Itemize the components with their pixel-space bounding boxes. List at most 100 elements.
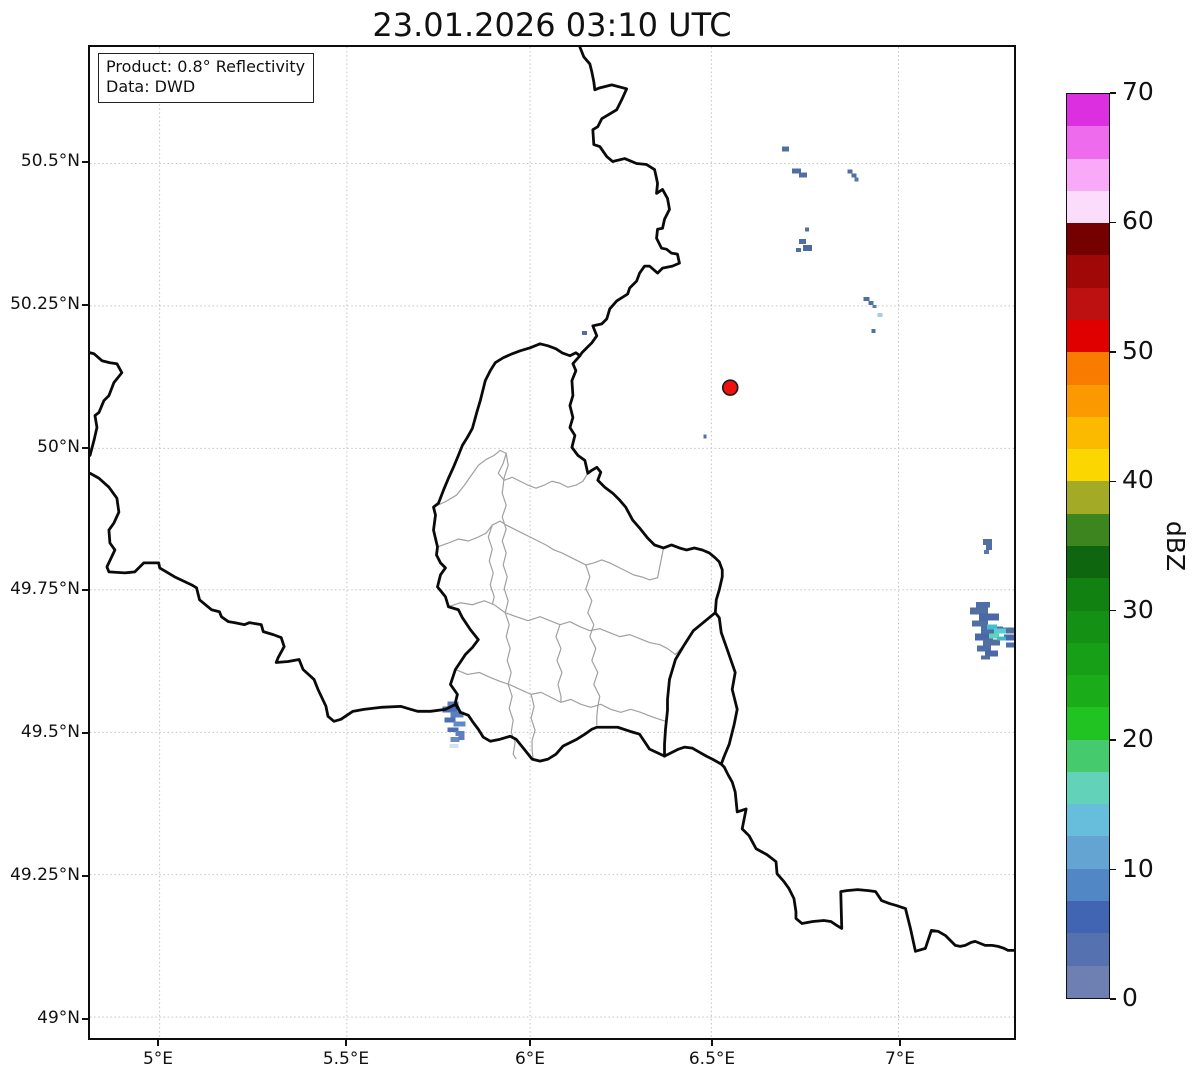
colorbar-tick-label: 50 [1122, 335, 1154, 365]
radar-echo [972, 620, 989, 627]
colorbar-segment [1067, 287, 1109, 320]
product-line: Product: 0.8° Reflectivity [106, 57, 306, 76]
colorbar-segment [1067, 449, 1109, 482]
canton-border [530, 694, 536, 759]
radar-map-figure: 23.01.2026 03:10 UTC Product: 0.8° Refle… [0, 0, 1202, 1081]
radar-echo [997, 636, 1007, 641]
colorbar-segment [1067, 416, 1109, 450]
radar-echo [798, 239, 806, 245]
colorbar-segment [1067, 190, 1109, 224]
radar-echo [851, 173, 857, 178]
colorbar-tickmark [1110, 92, 1116, 94]
radar-echo [984, 549, 990, 554]
colorbar-segment [1067, 126, 1109, 159]
colorbar-segment [1067, 319, 1109, 353]
colorbar-segment [1067, 578, 1109, 611]
x-tick-label: 5°E [142, 1049, 173, 1069]
radar-echo [872, 304, 877, 308]
radar-echo [782, 146, 789, 152]
canton-border [437, 520, 665, 581]
y-tick-label: 50.5°N [20, 151, 80, 171]
colorbar-tickmark [1110, 480, 1116, 482]
x-tick-label: 5.5°E [322, 1049, 370, 1069]
colorbar-segment [1067, 158, 1109, 191]
radar-echo [802, 245, 812, 252]
colorbar-segment [1067, 223, 1109, 256]
colorbar-tick-label: 20 [1122, 724, 1154, 754]
radar-echo [983, 539, 993, 545]
colorbar-segment [1067, 868, 1109, 902]
x-tickmark [157, 1040, 159, 1046]
y-tickmark [82, 589, 88, 591]
radar-site-marker [721, 379, 739, 396]
x-tick-label: 6°E [514, 1049, 546, 1069]
y-tickmark [82, 1018, 88, 1020]
radar-echo [981, 655, 991, 660]
y-tickmark [82, 161, 88, 163]
colorbar-segment [1067, 352, 1109, 385]
colorbar-tickmark [1110, 739, 1116, 741]
colorbar-segment [1067, 94, 1109, 127]
radar-echo [703, 434, 707, 439]
radar-echo [877, 312, 883, 317]
radar-echo [979, 613, 1000, 621]
colorbar-segment [1067, 804, 1109, 837]
radar-echo [453, 721, 466, 727]
country-border [90, 351, 124, 457]
radar-echo [795, 248, 801, 253]
colorbar-segment [1067, 933, 1109, 966]
radar-echoes [442, 146, 1014, 749]
y-tick-label: 49.75°N [10, 578, 80, 599]
colorbar-segment [1067, 771, 1109, 805]
canton-border [585, 564, 601, 726]
colorbar-segment [1067, 545, 1109, 579]
colorbar-unit-label: dBZ [1161, 520, 1190, 572]
country-border [568, 354, 724, 615]
colorbar [1066, 93, 1110, 999]
radar-echo [450, 737, 460, 743]
colorbar-tick-label: 30 [1122, 594, 1154, 624]
colorbar-tickmark [1110, 351, 1116, 353]
radar-echo [970, 607, 989, 615]
colorbar-tickmark [1110, 221, 1116, 224]
colorbar-tickmark [1110, 868, 1116, 871]
colorbar-segment [1067, 610, 1109, 643]
gridlines [90, 47, 1014, 1038]
radar-echo [868, 300, 874, 305]
plot-area: Product: 0.8° Reflectivity Data: DWD [88, 45, 1016, 1040]
radar-echo [455, 731, 465, 737]
canton-border [448, 600, 685, 656]
data-source-line: Data: DWD [106, 77, 196, 97]
radar-echo [798, 172, 807, 178]
colorbar-segment [1067, 642, 1109, 676]
map-svg [90, 47, 1014, 1038]
colorbar-segment [1067, 255, 1109, 288]
x-tick-label: 6.5°E [688, 1049, 736, 1069]
radar-echo [581, 330, 587, 335]
colorbar-segment [1067, 513, 1109, 546]
y-tickmark [82, 732, 88, 734]
country-border [663, 611, 717, 758]
canton-border [501, 453, 517, 760]
colorbar-segment [1067, 739, 1109, 772]
colorbar-segment [1067, 901, 1109, 934]
radar-echo [847, 169, 853, 174]
radar-echo [458, 736, 465, 741]
country-border [578, 47, 681, 358]
colorbar-tick-label: 60 [1122, 206, 1154, 236]
radar-echo [1006, 642, 1014, 648]
y-tick-label: 49°N [37, 1008, 80, 1028]
radar-echo [976, 601, 991, 608]
y-tick-label: 49.5°N [20, 722, 80, 743]
radar-echo [863, 296, 870, 301]
country-borders [90, 47, 1014, 953]
colorbar-segment [1067, 965, 1109, 998]
colorbar-segment [1067, 707, 1109, 740]
x-tickmark [529, 1040, 531, 1046]
x-tickmark [711, 1040, 713, 1046]
radar-echo [986, 544, 993, 550]
colorbar-segment [1067, 481, 1109, 514]
canton-border [487, 524, 495, 605]
colorbar-tick-label: 70 [1122, 77, 1154, 106]
radar-echo [804, 227, 809, 232]
